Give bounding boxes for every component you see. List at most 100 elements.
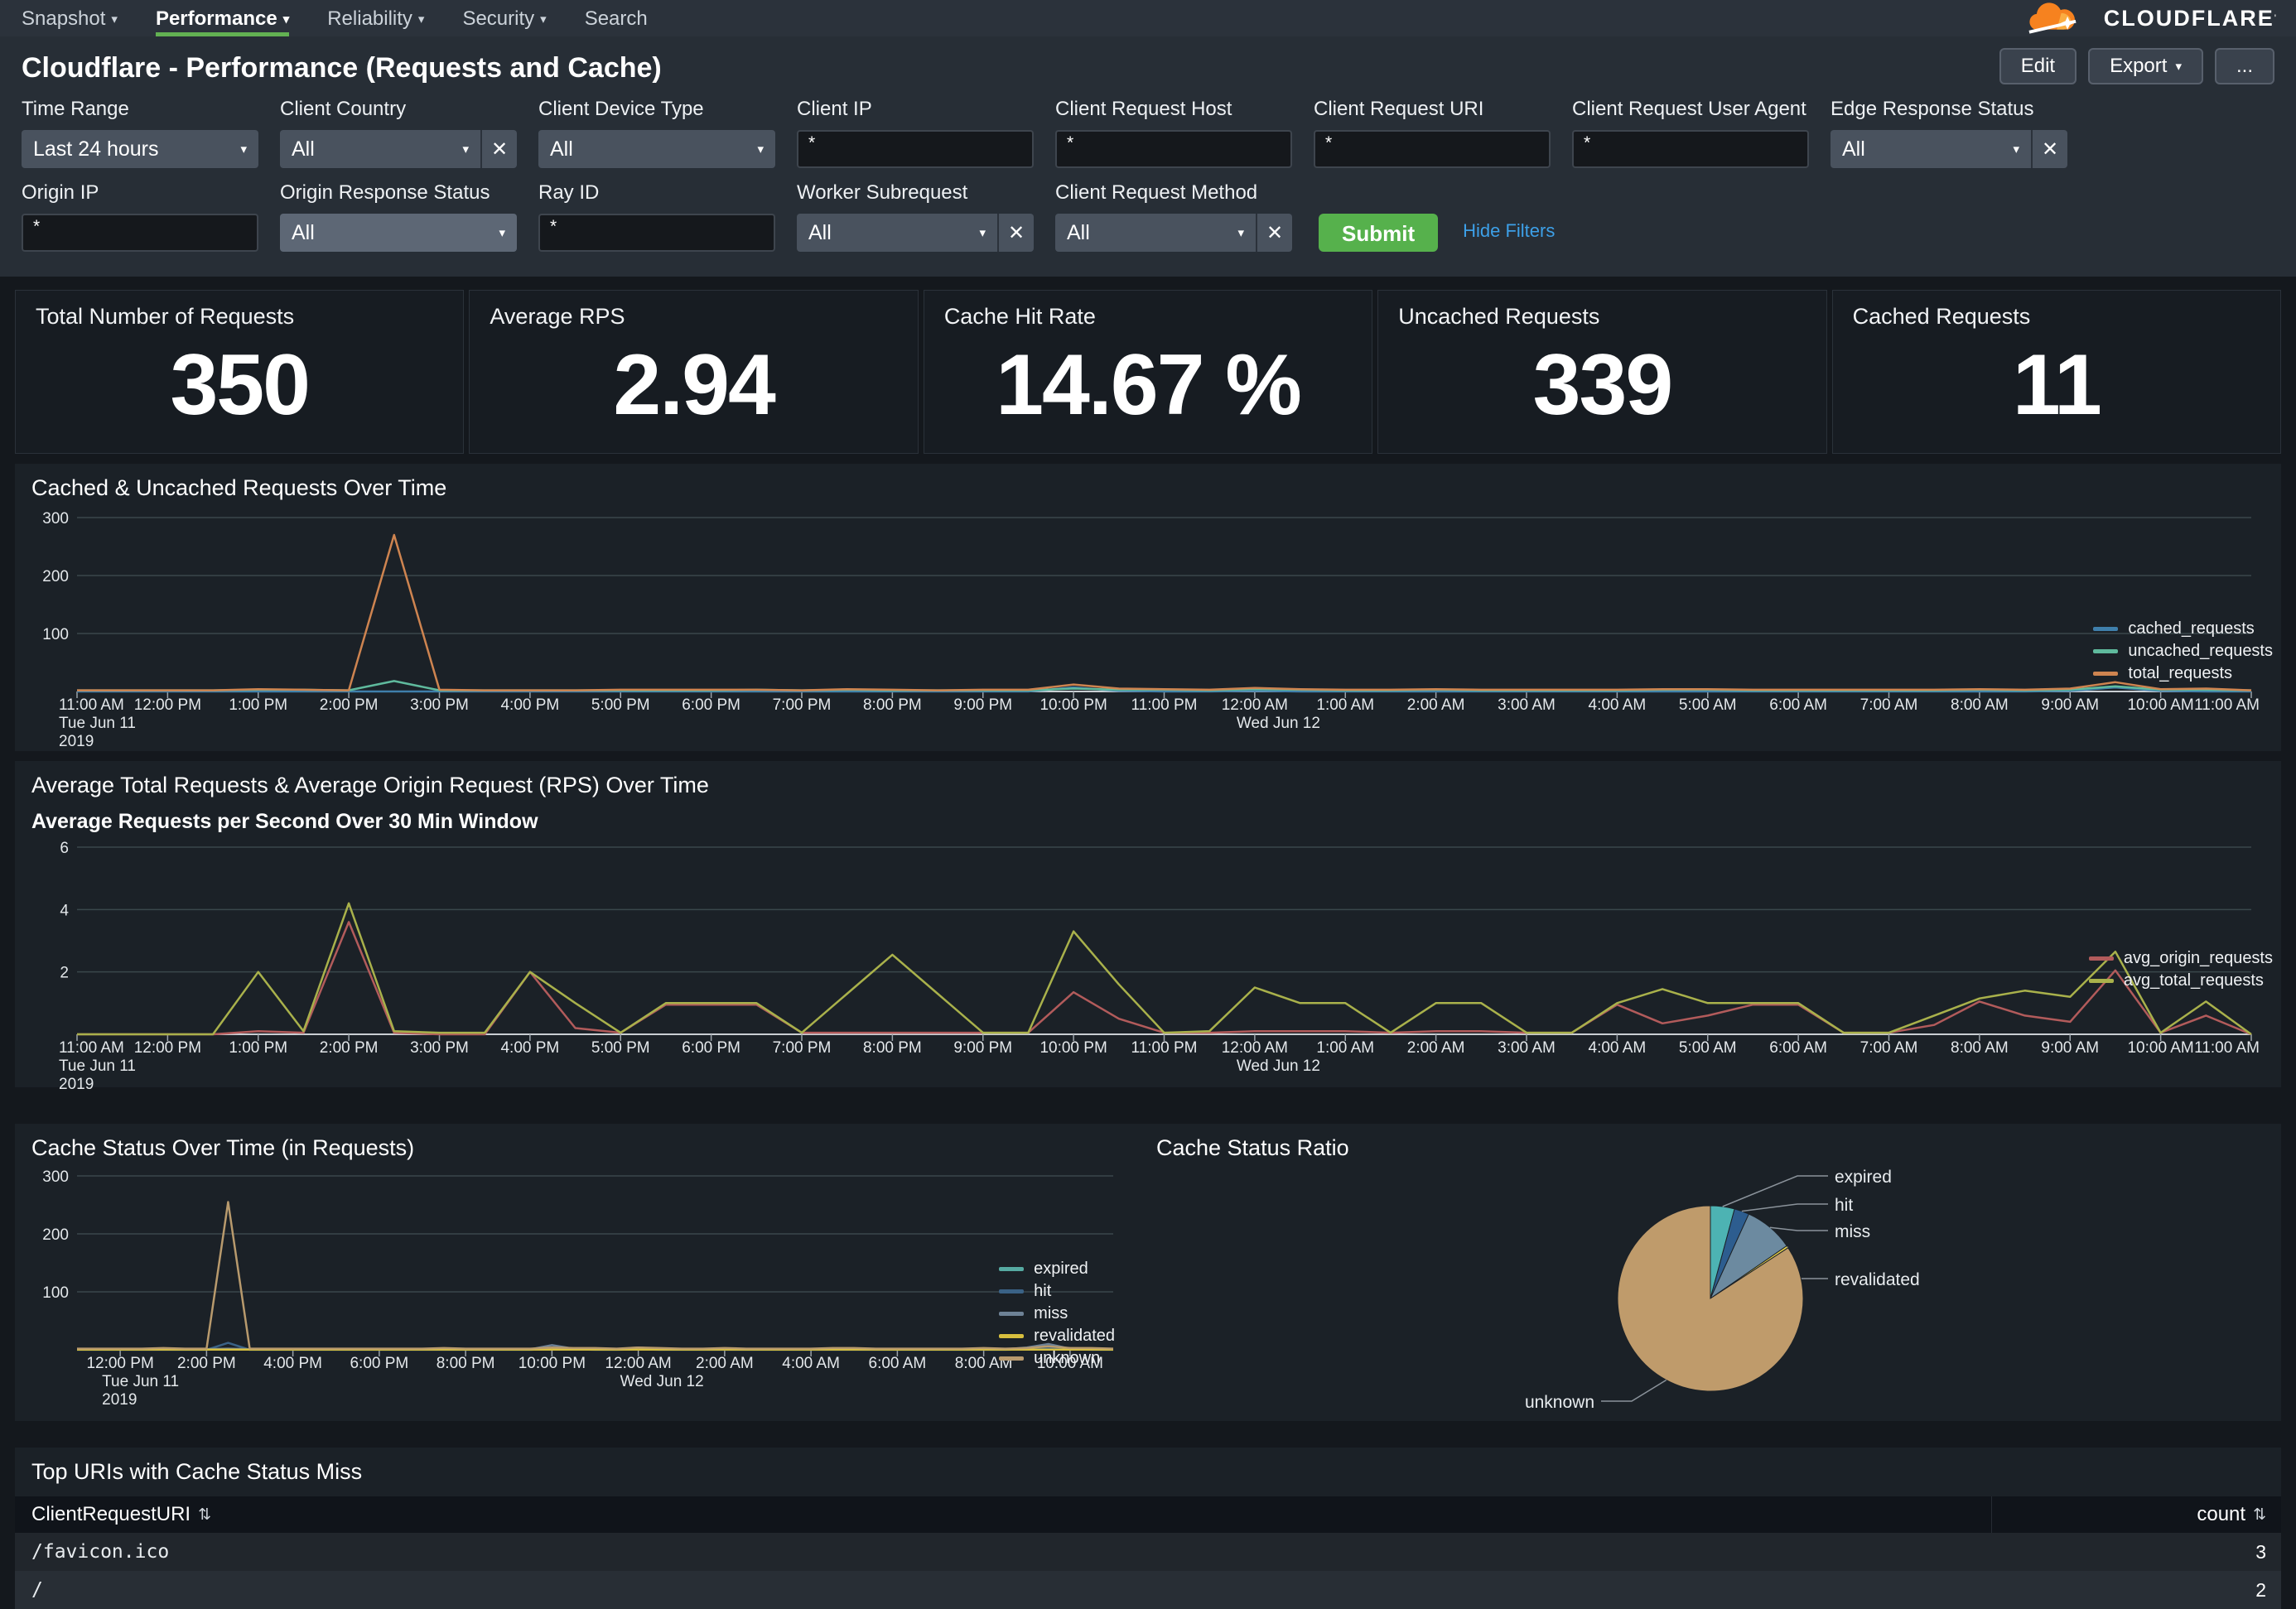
x-axis-tick-label: 11:00 AM	[59, 696, 124, 714]
filter-origin-response-status-select[interactable]: All▾	[280, 214, 517, 252]
clear-client-request-method-button[interactable]: ✕	[1256, 214, 1292, 252]
nav-item-snapshot[interactable]: Snapshot▾	[22, 0, 118, 36]
y-axis-tick-label: 2	[60, 965, 69, 982]
chart-legend: avg_origin_requestsavg_total_requests	[2089, 947, 2273, 992]
table-row[interactable]: /2	[15, 1571, 2281, 1609]
series-avg-total-requests	[77, 903, 2251, 1034]
x-axis-tick-label: 9:00 AM	[2041, 696, 2099, 714]
kpi-card-average-rps: Average RPS 2.94	[469, 290, 918, 454]
filter-client-country-select[interactable]: All▾	[280, 130, 480, 168]
pie-label-expired: expired	[1835, 1168, 1892, 1187]
filter-label: Worker Subrequest	[797, 181, 1034, 205]
filter-edge-response-status-select[interactable]: All▾	[1831, 130, 2031, 168]
table-row[interactable]: /favicon.ico3	[15, 1533, 2281, 1571]
legend-swatch	[2089, 956, 2114, 961]
kpi-value: 2.94	[490, 336, 897, 435]
select-value: All	[1067, 221, 1237, 245]
hide-filters-link[interactable]: Hide Filters	[1463, 220, 1555, 242]
filter-client-ip-input[interactable]	[797, 130, 1034, 168]
series-total-requests	[77, 535, 2251, 691]
legend-item-hit: hit	[999, 1280, 1115, 1303]
pie-leader-line	[1601, 1380, 1667, 1402]
pie-leader-line	[1770, 1227, 1828, 1231]
select-value: All	[292, 221, 499, 245]
filter-label: Client IP	[797, 98, 1034, 121]
nav-item-label: Search	[585, 7, 648, 30]
filter-group-client-request-host: Client Request Host	[1055, 98, 1292, 168]
pie-leader-line	[1723, 1176, 1828, 1207]
x-axis-tick-label: 10:00 AM	[2127, 1039, 2193, 1057]
filter-client-device-type-select[interactable]: All▾	[538, 130, 775, 168]
filter-client-request-method-select[interactable]: All▾	[1055, 214, 1256, 252]
nav-item-performance[interactable]: Performance ▾	[156, 0, 289, 36]
x-axis-tick-label: 4:00 PM	[500, 696, 559, 714]
filter-group-client-request-method: Client Request MethodAll▾✕	[1055, 181, 1292, 252]
filter-worker-subrequest-select[interactable]: All▾	[797, 214, 997, 252]
filter-client-request-uri-input[interactable]	[1314, 130, 1551, 168]
filter-client-request-user-agent-input[interactable]	[1572, 130, 1809, 168]
filter-client-request-host-input[interactable]	[1055, 130, 1292, 168]
nav-item-security[interactable]: Security▾	[462, 0, 546, 36]
pie-leader-line	[1742, 1204, 1828, 1212]
legend-swatch	[2093, 627, 2118, 631]
bottom-row: Cache Status Over Time (in Requests) 100…	[15, 1124, 2281, 1421]
x-axis-tick-label: 9:00 AM	[2041, 1039, 2099, 1057]
select-value: All	[550, 137, 757, 161]
x-axis-tick-label: 7:00 PM	[773, 1039, 832, 1057]
kpi-label: Cache Hit Rate	[944, 304, 1352, 330]
cached-uncached-requests-chart[interactable]: 10020030011:00 AMTue Jun 11201912:00 PM1…	[31, 504, 2261, 749]
sort-icon[interactable]: ⇅	[2253, 1505, 2266, 1525]
export-button[interactable]: Export▾	[2088, 48, 2203, 84]
filter-group-ray-id: Ray ID	[538, 181, 775, 252]
chart-title: Cache Status Ratio	[1156, 1135, 2265, 1161]
cloudflare-logo: CLOUDFLARE'	[2018, 0, 2276, 36]
x-axis-tick-label: 2:00 AM	[1407, 696, 1465, 714]
cache-status-over-time-chart[interactable]: 10020030012:00 PMTue Jun 1120192:00 PM4:…	[31, 1164, 1123, 1413]
brand-name: CLOUDFLARE	[2104, 6, 2274, 31]
kpi-value: 339	[1398, 336, 1806, 435]
legend-swatch	[999, 1312, 1024, 1316]
cache-status-ratio-pie[interactable]: expiredhitmissrevalidatedunknown	[1156, 1164, 2255, 1421]
x-axis-tick-label: 5:00 PM	[591, 696, 650, 714]
nav-item-search[interactable]: Search	[585, 0, 648, 36]
chart-title: Cache Status Over Time (in Requests)	[31, 1135, 1123, 1161]
filter-row-2: Origin IPOrigin Response StatusAll▾Ray I…	[22, 181, 2274, 252]
more-options-button[interactable]: ...	[2215, 48, 2274, 84]
filter-label: Time Range	[22, 98, 258, 121]
filter-time-range-select[interactable]: Last 24 hours▾	[22, 130, 258, 168]
filter-ray-id-input[interactable]	[538, 214, 775, 252]
kpi-card-cache-hit-rate: Cache Hit Rate14.67 %	[924, 290, 1372, 454]
clear-edge-response-status-button[interactable]: ✕	[2031, 130, 2067, 168]
edit-button[interactable]: Edit	[1999, 48, 2077, 84]
submit-button[interactable]: Submit	[1319, 214, 1438, 252]
caret-down-icon: ▾	[283, 12, 290, 26]
clear-worker-subrequest-button[interactable]: ✕	[997, 214, 1034, 252]
filter-label: Origin Response Status	[280, 181, 517, 205]
average-rps-chart[interactable]: 24611:00 AMTue Jun 11201912:00 PM1:00 PM…	[31, 836, 2261, 1092]
x-axis-tick-label: 5:00 AM	[1679, 1039, 1737, 1057]
select-value: All	[292, 137, 462, 161]
x-axis-tick-label: 4:00 PM	[263, 1355, 322, 1372]
filter-edge-response-status-control: All▾✕	[1831, 130, 2067, 168]
legend-swatch	[2093, 672, 2118, 676]
kpi-label: Average RPS	[490, 304, 897, 330]
cloudflare-cloud-icon	[2018, 0, 2097, 36]
cell-uri: /favicon.ico	[15, 1541, 1991, 1563]
chart-legend: expiredhitmissrevalidatedunknown	[999, 1258, 1115, 1370]
nav-item-reliability[interactable]: Reliability▾	[327, 0, 424, 36]
nav-item-label: Performance	[156, 7, 277, 30]
brand-mark: '	[2274, 12, 2276, 24]
sort-icon[interactable]: ⇅	[198, 1505, 211, 1525]
x-axis-tick-label: 1:00 PM	[229, 1039, 287, 1057]
panel-cache-status-ratio: Cache Status Ratio expiredhitmissrevalid…	[1140, 1124, 2281, 1421]
x-axis-tick-label: 4:00 AM	[1589, 1039, 1647, 1057]
x-axis-tick-label: 10:00 PM	[1039, 1039, 1107, 1057]
column-header-count[interactable]: count⇅	[1991, 1496, 2281, 1533]
filter-origin-ip-input[interactable]	[22, 214, 258, 252]
y-axis-tick-label: 300	[42, 510, 69, 528]
clear-client-country-button[interactable]: ✕	[480, 130, 517, 168]
filter-client-request-method-control: All▾✕	[1055, 214, 1292, 252]
y-axis-tick-label: 200	[42, 568, 69, 585]
x-axis-tick-label: 1:00 AM	[1316, 1039, 1374, 1057]
column-header-uri[interactable]: ClientRequestURI⇅	[15, 1503, 1991, 1526]
